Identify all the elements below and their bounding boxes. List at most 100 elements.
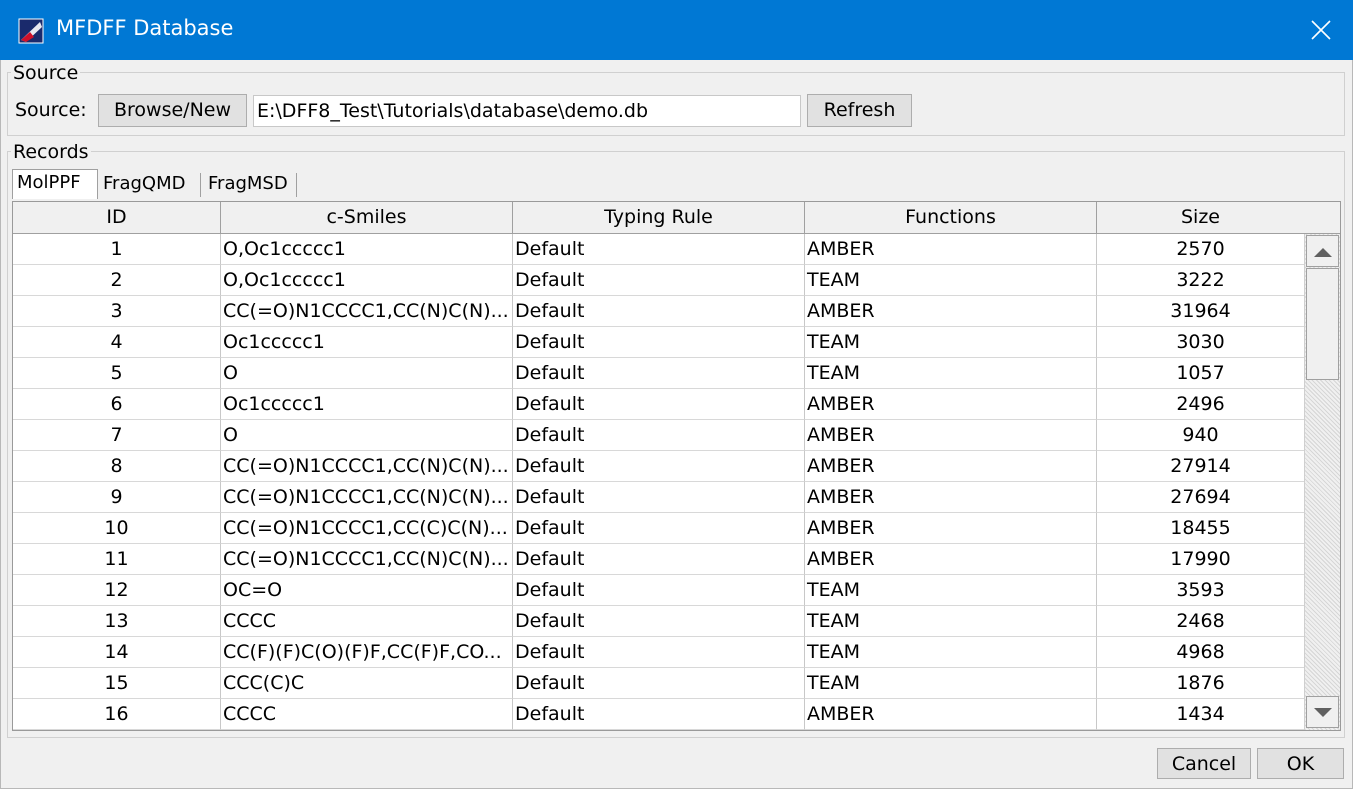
table-body: 1 O,Oc1ccccc1 Default AMBER 2570 2 O,Oc1ccccc1… xyxy=(13,234,1305,730)
table-row[interactable]: 16 CCCC Default AMBER 1434 xyxy=(13,699,1305,730)
table-row[interactable]: 11 CC(=O)N1CCCC1,CC(N)C(N)... Default AMBER… xyxy=(13,544,1305,575)
cell-typing-rule: Default xyxy=(513,451,805,482)
cell-size: 1876 xyxy=(1097,668,1305,699)
cell-size: 3222 xyxy=(1097,265,1305,296)
cell-typing-rule: Default xyxy=(513,575,805,606)
table-row[interactable]: 9 CC(=O)N1CCCC1,CC(N)C(N)... Default AMBER 2… xyxy=(13,482,1305,513)
cell-typing-rule: Default xyxy=(513,420,805,451)
table-row[interactable]: 4 Oc1ccccc1 Default TEAM 3030 xyxy=(13,327,1305,358)
cell-c-smiles: CCC(C)C xyxy=(221,668,513,699)
title-bar: MFDFF Database xyxy=(0,0,1353,60)
tab-separator xyxy=(200,173,201,197)
scrollbar-thumb[interactable] xyxy=(1306,268,1339,380)
table-header-corner xyxy=(1304,202,1340,234)
tab-molppf[interactable]: MolPPF xyxy=(12,169,98,199)
cell-c-smiles: CCCC xyxy=(221,699,513,730)
cell-c-smiles: Oc1ccccc1 xyxy=(221,389,513,420)
scroll-up-button[interactable] xyxy=(1306,235,1339,267)
table-row[interactable]: 7 O Default AMBER 940 xyxy=(13,420,1305,451)
cell-size: 2496 xyxy=(1097,389,1305,420)
scroll-down-button[interactable] xyxy=(1306,696,1339,728)
cell-c-smiles: CC(F)(F)C(O)(F)F,CC(F)F,CO... xyxy=(221,637,513,668)
cell-typing-rule: Default xyxy=(513,637,805,668)
table-row[interactable]: 5 O Default TEAM 1057 xyxy=(13,358,1305,389)
cell-functions: TEAM xyxy=(805,637,1097,668)
cell-functions: AMBER xyxy=(805,451,1097,482)
refresh-button[interactable]: Refresh xyxy=(807,94,912,127)
cell-id: 2 xyxy=(13,265,221,296)
cell-size: 2468 xyxy=(1097,606,1305,637)
cell-id: 14 xyxy=(13,637,221,668)
cell-typing-rule: Default xyxy=(513,327,805,358)
records-group-title: Records xyxy=(11,141,91,163)
records-table: ID c-Smiles Typing Rule Functions Size 1… xyxy=(12,201,1341,731)
cell-c-smiles: O xyxy=(221,358,513,389)
cell-c-smiles: OC=O xyxy=(221,575,513,606)
cell-functions: AMBER xyxy=(805,699,1097,730)
cell-typing-rule: Default xyxy=(513,668,805,699)
cell-size: 3030 xyxy=(1097,327,1305,358)
column-header-typing-rule[interactable]: Typing Rule xyxy=(513,202,805,233)
cancel-button[interactable]: Cancel xyxy=(1157,748,1251,779)
source-group-title: Source xyxy=(11,62,81,84)
cell-c-smiles: CC(=O)N1CCCC1,CC(N)C(N)... xyxy=(221,482,513,513)
table-row[interactable]: 12 OC=O Default TEAM 3593 xyxy=(13,575,1305,606)
column-header-functions[interactable]: Functions xyxy=(805,202,1097,233)
cell-functions: AMBER xyxy=(805,513,1097,544)
cell-functions: TEAM xyxy=(805,358,1097,389)
column-header-size[interactable]: Size xyxy=(1097,202,1305,233)
browse-new-button[interactable]: Browse/New xyxy=(98,94,247,127)
tab-fragqmd[interactable]: FragQMD xyxy=(99,171,199,198)
cell-id: 13 xyxy=(13,606,221,637)
table-header: ID c-Smiles Typing Rule Functions Size xyxy=(13,202,1305,234)
table-row[interactable]: 6 Oc1ccccc1 Default AMBER 2496 xyxy=(13,389,1305,420)
cell-typing-rule: Default xyxy=(513,389,805,420)
cell-typing-rule: Default xyxy=(513,265,805,296)
cell-size: 27694 xyxy=(1097,482,1305,513)
cell-c-smiles: CCCC xyxy=(221,606,513,637)
cell-id: 7 xyxy=(13,420,221,451)
table-row[interactable]: 8 CC(=O)N1CCCC1,CC(N)C(N)... Default AMBER 2… xyxy=(13,451,1305,482)
cell-id: 5 xyxy=(13,358,221,389)
table-row[interactable]: 14 CC(F)(F)C(O)(F)F,CC(F)F,CO... Default TE… xyxy=(13,637,1305,668)
cell-typing-rule: Default xyxy=(513,358,805,389)
cell-id: 4 xyxy=(13,327,221,358)
cell-functions: AMBER xyxy=(805,420,1097,451)
cell-functions: TEAM xyxy=(805,265,1097,296)
close-button[interactable] xyxy=(1289,0,1353,60)
cell-c-smiles: CC(=O)N1CCCC1,CC(C)C(N)... xyxy=(221,513,513,544)
ok-button[interactable]: OK xyxy=(1257,748,1344,779)
database-path-input[interactable]: E:\DFF8_Test\Tutorials\database\demo.db xyxy=(253,95,801,127)
table-row[interactable]: 1 O,Oc1ccccc1 Default AMBER 2570 xyxy=(13,234,1305,265)
cell-size: 4968 xyxy=(1097,637,1305,668)
table-row[interactable]: 2 O,Oc1ccccc1 Default TEAM 3222 xyxy=(13,265,1305,296)
cell-functions: TEAM xyxy=(805,668,1097,699)
cell-size: 2570 xyxy=(1097,234,1305,265)
cell-functions: TEAM xyxy=(805,606,1097,637)
column-header-c-smiles[interactable]: c-Smiles xyxy=(221,202,513,233)
cell-size: 940 xyxy=(1097,420,1305,451)
close-icon xyxy=(1311,20,1331,40)
cell-id: 9 xyxy=(13,482,221,513)
cell-functions: AMBER xyxy=(805,482,1097,513)
vertical-scrollbar[interactable] xyxy=(1304,234,1340,730)
column-header-id[interactable]: ID xyxy=(13,202,221,233)
cell-id: 15 xyxy=(13,668,221,699)
cell-id: 1 xyxy=(13,234,221,265)
tab-fragmsd[interactable]: FragMSD xyxy=(204,171,296,198)
table-row[interactable]: 13 CCCC Default TEAM 2468 xyxy=(13,606,1305,637)
table-row[interactable]: 15 CCC(C)C Default TEAM 1876 xyxy=(13,668,1305,699)
cell-size: 18455 xyxy=(1097,513,1305,544)
app-logo-icon xyxy=(18,18,44,44)
cell-functions: AMBER xyxy=(805,296,1097,327)
cell-functions: AMBER xyxy=(805,234,1097,265)
cell-id: 12 xyxy=(13,575,221,606)
cell-size: 17990 xyxy=(1097,544,1305,575)
table-row[interactable]: 3 CC(=O)N1CCCC1,CC(N)C(N)... Default AMBER 3… xyxy=(13,296,1305,327)
cell-functions: TEAM xyxy=(805,327,1097,358)
cell-c-smiles: CC(=O)N1CCCC1,CC(N)C(N)... xyxy=(221,544,513,575)
window-title: MFDFF Database xyxy=(56,16,234,40)
cell-typing-rule: Default xyxy=(513,544,805,575)
cell-id: 11 xyxy=(13,544,221,575)
table-row[interactable]: 10 CC(=O)N1CCCC1,CC(C)C(N)... Default AMBER… xyxy=(13,513,1305,544)
